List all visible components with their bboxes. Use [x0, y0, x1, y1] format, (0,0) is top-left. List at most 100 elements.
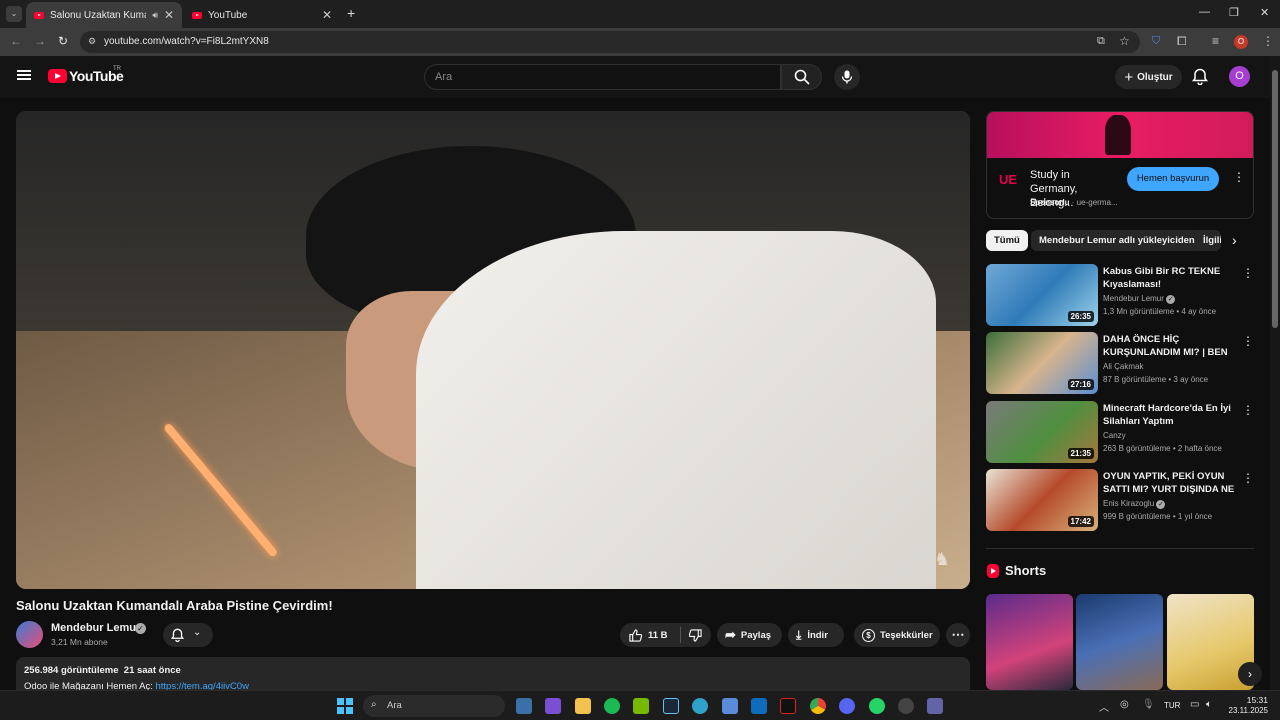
- steam-icon[interactable]: [663, 698, 679, 714]
- download-button[interactable]: ⤓ İndir: [788, 623, 844, 647]
- bookmark-star-icon[interactable]: ☆: [1119, 34, 1130, 48]
- taskbar-search[interactable]: ⌕ Ara: [363, 695, 505, 717]
- spotify-icon[interactable]: [604, 698, 620, 714]
- task-view-icon[interactable]: [516, 698, 532, 714]
- windows-start-icon[interactable]: [337, 698, 353, 714]
- more-options-icon[interactable]: ⋮: [1242, 471, 1254, 485]
- channel-name[interactable]: Mendebur Lemur: [51, 622, 140, 634]
- create-button[interactable]: + Oluştur: [1115, 65, 1182, 89]
- reading-list-icon[interactable]: ≡: [1212, 34, 1219, 48]
- install-app-icon[interactable]: ⧉: [1097, 35, 1105, 48]
- scrollbar-thumb[interactable]: [1272, 70, 1278, 328]
- voice-search-button[interactable]: [834, 64, 860, 90]
- tab-list-dropdown-icon[interactable]: ⌄: [6, 6, 22, 22]
- audio-playing-icon[interactable]: 🔊︎: [152, 10, 158, 21]
- extensions-puzzle-icon[interactable]: ⧠: [1177, 34, 1187, 49]
- more-actions-button[interactable]: ⋯: [946, 623, 970, 647]
- chip-all[interactable]: Tümü: [986, 230, 1028, 251]
- ad-banner-image[interactable]: [987, 112, 1253, 158]
- reload-icon[interactable]: ↻: [58, 34, 68, 48]
- recommendation-item[interactable]: 17:42 OYUN YAPTIK, PEKİ OYUN SATTI MI? Y…: [986, 469, 1254, 531]
- short-thumbnail[interactable]: [986, 594, 1073, 690]
- microphone-tray-icon[interactable]: 🎙︎: [1142, 699, 1155, 710]
- channel-watermark-icon[interactable]: ♞: [934, 549, 950, 570]
- chip-from-uploader[interactable]: Mendebur Lemur adlı yükleyiciden: [1031, 230, 1203, 251]
- video-thumbnail[interactable]: 21:35: [986, 401, 1098, 463]
- thumbs-down-icon[interactable]: [688, 628, 702, 642]
- close-tab-icon[interactable]: ✕: [322, 8, 332, 22]
- tray-app-icon[interactable]: ◎: [1120, 699, 1129, 710]
- video-thumbnail[interactable]: 26:35: [986, 264, 1098, 326]
- shorts-next-arrow-icon[interactable]: ›: [1238, 662, 1262, 686]
- notifications-bell-icon[interactable]: [1192, 68, 1208, 85]
- menu-hamburger-icon[interactable]: [17, 70, 31, 80]
- forward-icon[interactable]: →: [34, 34, 46, 48]
- browser-tab-active[interactable]: Salonu Uzaktan Kumandalı 🔊︎ ✕: [26, 2, 182, 28]
- discord-icon[interactable]: [839, 698, 855, 714]
- site-info-icon[interactable]: ⚙︎: [88, 36, 96, 47]
- recommendation-channel[interactable]: Ali Çakmak: [1103, 362, 1143, 371]
- chip-related[interactable]: İlgili: [1195, 230, 1221, 251]
- minimize-window-icon[interactable]: —: [1199, 6, 1210, 18]
- widgets-icon[interactable]: [545, 698, 561, 714]
- channel-name[interactable]: Enis Kirazoglu: [1103, 499, 1154, 508]
- recommendation-title[interactable]: OYUN YAPTIK, PEKİ OYUN SATTI MI? YURT DI…: [1103, 470, 1235, 497]
- input-language[interactable]: TUR: [1164, 701, 1180, 710]
- video-player[interactable]: ♞: [16, 111, 970, 589]
- browser-tab[interactable]: YouTube ✕: [184, 2, 340, 28]
- ad-more-options-icon[interactable]: ⋮: [1233, 170, 1245, 184]
- shield-extension-icon[interactable]: ⛉: [1152, 35, 1160, 48]
- app-icon[interactable]: [898, 698, 914, 714]
- thanks-button[interactable]: $ Teşekkürler: [854, 623, 940, 647]
- microsoft-store-icon[interactable]: [722, 698, 738, 714]
- channel-name[interactable]: Mendebur Lemur: [1103, 294, 1164, 303]
- sponsored-ad-card[interactable]: UE Study in Germany, Belong... Sponsorlu…: [986, 111, 1254, 219]
- teams-icon[interactable]: [927, 698, 943, 714]
- recommendation-channel[interactable]: Canzy: [1103, 431, 1126, 440]
- new-tab-icon[interactable]: +: [347, 5, 355, 21]
- account-avatar[interactable]: O: [1229, 66, 1250, 87]
- subscription-bell-button[interactable]: ⌄: [163, 623, 213, 647]
- more-options-icon[interactable]: ⋮: [1242, 403, 1254, 417]
- share-button[interactable]: ➦ Paylaş: [717, 623, 782, 647]
- search-button[interactable]: [781, 64, 822, 90]
- network-icon[interactable]: ▭: [1190, 699, 1199, 710]
- recommendation-title[interactable]: Kabus Gibi Bir RC TEKNE Kıyaslaması!: [1103, 265, 1235, 291]
- clock-time[interactable]: 15:31: [1230, 695, 1268, 705]
- show-hidden-icons-chevron[interactable]: ︿: [1099, 699, 1109, 714]
- recommendation-title[interactable]: Minecraft Hardcore'da En İyi Silahları Y…: [1103, 402, 1235, 428]
- channel-avatar[interactable]: [16, 621, 43, 648]
- browser-menu-icon[interactable]: ⋮: [1262, 34, 1274, 48]
- recommendation-item[interactable]: 27:16 DAHA ÖNCE HİÇ KURŞUNLANDIM MI? | B…: [986, 332, 1254, 394]
- file-explorer-icon[interactable]: [575, 698, 591, 714]
- volume-icon[interactable]: 🔈︎: [1206, 699, 1212, 710]
- close-window-icon[interactable]: ✕: [1260, 6, 1269, 19]
- whatsapp-icon[interactable]: [869, 698, 885, 714]
- outlook-icon[interactable]: [751, 698, 767, 714]
- close-tab-icon[interactable]: ✕: [164, 8, 174, 22]
- rockstar-icon[interactable]: [780, 698, 796, 714]
- nvidia-icon[interactable]: [633, 698, 649, 714]
- video-thumbnail[interactable]: 17:42: [986, 469, 1098, 531]
- chips-next-chevron-icon[interactable]: ›: [1232, 232, 1237, 248]
- clock-date[interactable]: 23.11.2025: [1222, 706, 1268, 715]
- restore-window-icon[interactable]: ❐: [1229, 6, 1239, 19]
- recommendation-title[interactable]: DAHA ÖNCE HİÇ KURŞUNLANDIM MI? | BEN ...: [1103, 333, 1235, 360]
- url-text[interactable]: youtube.com/watch?v=Fi8L2mtYXN8: [104, 36, 269, 47]
- video-thumbnail[interactable]: 27:16: [986, 332, 1098, 394]
- ad-apply-button[interactable]: Hemen başvurun: [1127, 167, 1219, 191]
- recommendation-item[interactable]: 26:35 Kabus Gibi Bir RC TEKNE Kıyaslamas…: [986, 264, 1254, 326]
- more-options-icon[interactable]: ⋮: [1242, 334, 1254, 348]
- like-button[interactable]: 11 B: [620, 628, 668, 642]
- short-thumbnail[interactable]: [1076, 594, 1163, 690]
- recommendation-item[interactable]: 21:35 Minecraft Hardcore'da En İyi Silah…: [986, 401, 1254, 463]
- youtube-logo-icon[interactable]: [48, 69, 67, 83]
- chrome-icon[interactable]: [810, 698, 826, 714]
- back-icon[interactable]: ←: [10, 34, 22, 48]
- page-scrollbar[interactable]: [1270, 56, 1280, 690]
- address-bar[interactable]: ⚙︎ youtube.com/watch?v=Fi8L2mtYXN8 ⧉ ☆: [80, 31, 1140, 53]
- edge-icon[interactable]: [692, 698, 708, 714]
- profile-avatar[interactable]: O: [1234, 35, 1248, 49]
- more-options-icon[interactable]: ⋮: [1242, 266, 1254, 280]
- search-input[interactable]: Ara: [424, 64, 781, 90]
